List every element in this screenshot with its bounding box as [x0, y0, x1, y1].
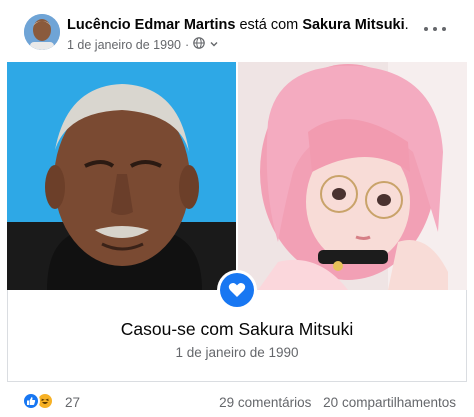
shares-count[interactable]: 20 compartilhamentos — [323, 395, 456, 410]
life-event-title: Casou-se com Sakura Mitsuki — [120, 319, 354, 339]
tagged-name[interactable]: Sakura Mitsuki — [302, 17, 404, 33]
post-footer: 27 29 comentários 20 compartilhamentos — [0, 388, 474, 416]
post-card: Lucêncio Edmar Martins está com Sakura M… — [0, 0, 474, 417]
life-event-badge — [217, 270, 257, 310]
like-icon[interactable] — [22, 392, 40, 410]
post-meta: 1 de janeiro de 1990 · — [67, 37, 219, 52]
tagged-suffix: . — [404, 17, 409, 33]
post-stats: 29 comentários 20 compartilhamentos — [211, 395, 456, 410]
globe-icon[interactable] — [193, 37, 205, 52]
chevron-down-icon[interactable] — [209, 38, 219, 52]
author-name[interactable]: Lucêncio Edmar Martins — [67, 17, 235, 33]
photo-right[interactable] — [238, 62, 467, 290]
reaction-icons[interactable] — [22, 392, 54, 410]
photo-left[interactable] — [7, 62, 236, 290]
post-header: Lucêncio Edmar Martins está com Sakura M… — [0, 0, 474, 60]
comments-count[interactable]: 29 comentários — [219, 395, 311, 410]
heart-icon — [220, 273, 254, 307]
meta-separator: · — [184, 37, 190, 52]
more-options-icon[interactable] — [424, 21, 446, 37]
avatar[interactable] — [24, 14, 60, 50]
with-text: está com — [239, 17, 299, 33]
post-date[interactable]: 1 de janeiro de 1990 — [67, 38, 181, 52]
author-line: Lucêncio Edmar Martins está com Sakura M… — [67, 17, 409, 33]
life-event-date: 1 de janeiro de 1990 — [175, 345, 299, 360]
reaction-count[interactable]: 27 — [65, 395, 80, 410]
